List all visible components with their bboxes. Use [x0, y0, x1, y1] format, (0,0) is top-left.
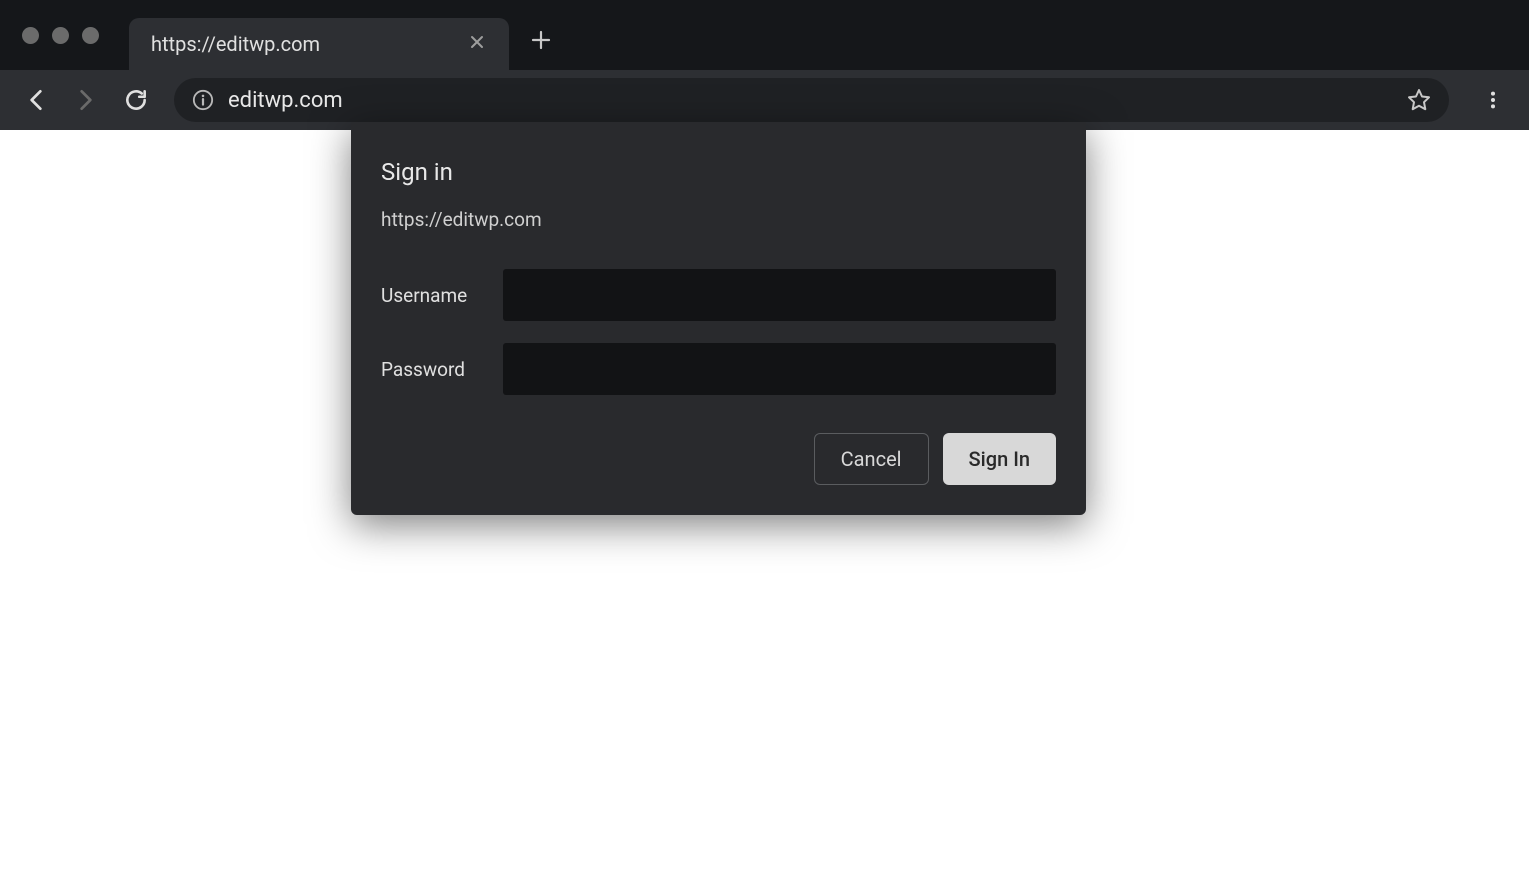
username-label: Username [381, 284, 503, 307]
dialog-subtitle: https://editwp.com [381, 208, 1056, 231]
window-close-button[interactable] [22, 27, 39, 44]
password-label: Password [381, 358, 503, 381]
auth-dialog: Sign in https://editwp.com Username Pass… [351, 122, 1086, 515]
username-row: Username [381, 269, 1056, 321]
tab-title: https://editwp.com [151, 32, 463, 56]
signin-button[interactable]: Sign In [943, 433, 1056, 485]
window-controls [22, 27, 99, 44]
address-bar[interactable]: editwp.com [174, 78, 1449, 122]
cancel-button[interactable]: Cancel [814, 433, 929, 485]
browser-chrome: https://editwp.com [0, 0, 1529, 130]
password-row: Password [381, 343, 1056, 395]
browser-menu-button[interactable] [1473, 80, 1513, 120]
forward-button[interactable] [66, 80, 106, 120]
username-input[interactable] [503, 269, 1056, 321]
dialog-actions: Cancel Sign In [381, 433, 1056, 485]
browser-tab[interactable]: https://editwp.com [129, 18, 509, 70]
window-minimize-button[interactable] [52, 27, 69, 44]
back-button[interactable] [16, 80, 56, 120]
bookmark-star-icon[interactable] [1407, 88, 1431, 112]
new-tab-button[interactable] [509, 24, 573, 57]
tab-close-icon[interactable] [463, 33, 491, 55]
dialog-title: Sign in [381, 158, 1056, 186]
url-text: editwp.com [228, 88, 1393, 113]
password-input[interactable] [503, 343, 1056, 395]
reload-button[interactable] [116, 80, 156, 120]
page-content: Sign in https://editwp.com Username Pass… [0, 130, 1529, 894]
window-maximize-button[interactable] [82, 27, 99, 44]
tab-strip: https://editwp.com [0, 0, 1529, 70]
browser-toolbar: editwp.com [0, 70, 1529, 130]
site-info-icon[interactable] [192, 89, 214, 111]
